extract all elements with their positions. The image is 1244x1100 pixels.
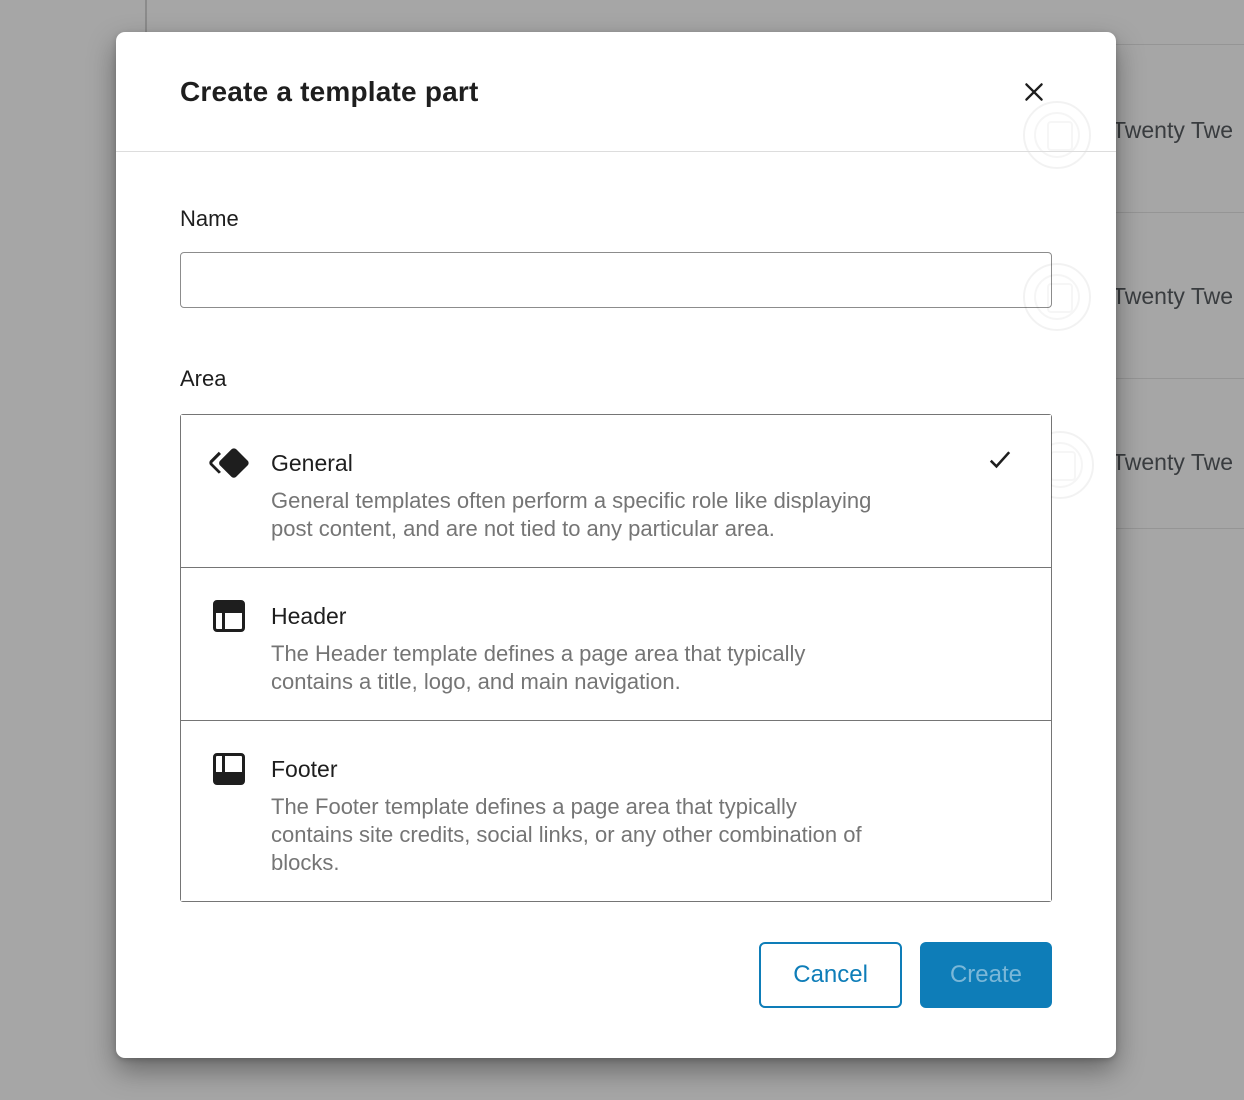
check-icon (983, 443, 1017, 477)
close-button[interactable] (1010, 68, 1058, 116)
create-button[interactable]: Create (920, 942, 1052, 1008)
screen: Twenty Twe Twenty Twe Twenty Twe Create … (0, 0, 1244, 1100)
area-option-footer[interactable]: Footer The Footer template defines a pag… (181, 720, 1051, 901)
header-icon (205, 592, 253, 640)
close-icon (1021, 79, 1047, 105)
symbol-filled-icon (205, 439, 253, 487)
create-template-part-modal: Create a template part Name Area General (116, 32, 1116, 1058)
modal-header: Create a template part (116, 32, 1116, 152)
template-row-title: Twenty Twe (1112, 117, 1233, 144)
ghost-watermark (1023, 263, 1091, 331)
option-label: Header (271, 600, 805, 632)
sidebar-divider (145, 0, 147, 36)
option-label: Footer (271, 753, 862, 785)
template-row-title: Twenty Twe (1112, 283, 1233, 310)
template-row-title: Twenty Twe (1112, 449, 1233, 476)
modal-title: Create a template part (180, 76, 479, 108)
name-input[interactable] (180, 252, 1052, 308)
name-field-label: Name (180, 206, 1052, 232)
area-field-label: Area (180, 366, 1052, 392)
option-label: General (271, 447, 871, 479)
option-description: The Footer template defines a page area … (271, 793, 862, 877)
modal-actions: Cancel Create (180, 942, 1052, 1008)
area-option-header[interactable]: Header The Header template defines a pag… (181, 567, 1051, 720)
footer-icon (205, 745, 253, 793)
option-description: General templates often perform a specif… (271, 487, 871, 543)
option-description: The Header template defines a page area … (271, 640, 805, 696)
area-options-group: General General templates often perform … (180, 414, 1052, 902)
modal-body: Name Area General General templates ofte… (116, 152, 1116, 1008)
area-option-general[interactable]: General General templates often perform … (181, 415, 1051, 567)
cancel-button[interactable]: Cancel (759, 942, 902, 1008)
